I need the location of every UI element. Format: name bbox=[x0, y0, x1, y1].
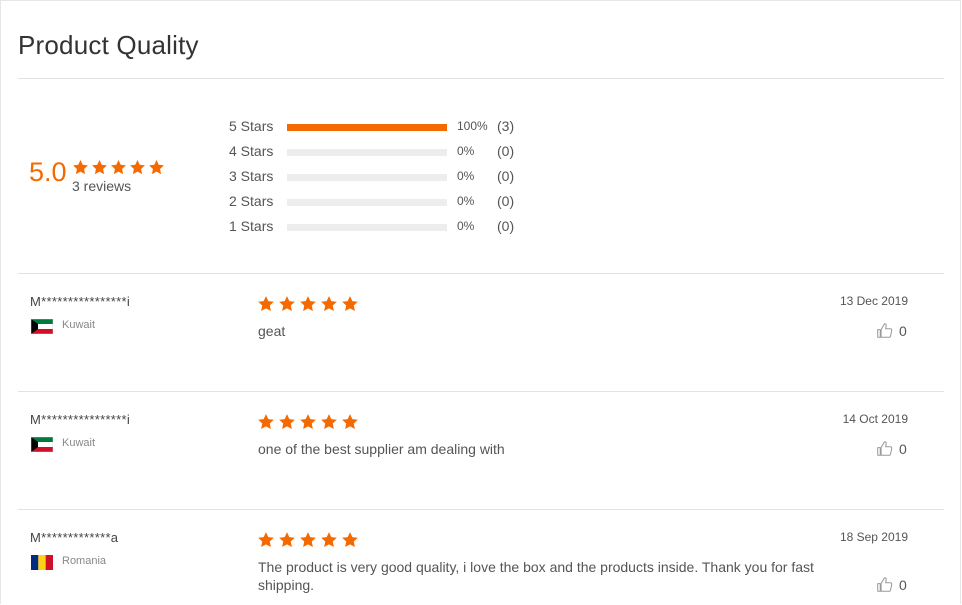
star-icon bbox=[258, 532, 274, 548]
reviewer-name: M****************i bbox=[30, 294, 131, 309]
thumbs-up-icon bbox=[877, 577, 893, 592]
star-icon bbox=[321, 414, 337, 430]
distribution-row-3[interactable]: 3 Stars 0% (0) bbox=[229, 168, 529, 188]
distribution-bar-track bbox=[287, 174, 447, 181]
distribution-count: (0) bbox=[497, 143, 515, 159]
distribution-count: (0) bbox=[497, 168, 515, 184]
tab-notch bbox=[439, 1, 577, 3]
review-stars bbox=[257, 295, 359, 313]
reviewer-country: Romania bbox=[62, 555, 107, 567]
distribution-count: (0) bbox=[497, 193, 515, 209]
star-icon bbox=[300, 532, 316, 548]
review-text: The product is very good quality, i love… bbox=[258, 559, 814, 593]
divider bbox=[18, 78, 944, 79]
star-icon bbox=[92, 160, 107, 175]
distribution-label: 4 Stars bbox=[229, 143, 274, 159]
distribution-percent: 0% bbox=[457, 169, 475, 183]
star-icon bbox=[279, 532, 295, 548]
distribution-percent: 100% bbox=[457, 119, 488, 133]
reviewer-name: M*************a bbox=[30, 530, 119, 545]
star-icon bbox=[342, 532, 358, 548]
star-icon bbox=[300, 414, 316, 430]
average-score: 5.0 bbox=[29, 157, 67, 187]
distribution-row-1[interactable]: 1 Stars 0% (0) bbox=[229, 218, 529, 238]
star-icon bbox=[279, 296, 295, 312]
star-icon bbox=[258, 414, 274, 430]
distribution-bar-track bbox=[287, 199, 447, 206]
distribution-bar-track bbox=[287, 149, 447, 156]
review-count: 3 reviews bbox=[72, 178, 132, 194]
kuwait-flag-icon bbox=[31, 319, 53, 334]
romania-flag-icon bbox=[31, 555, 53, 570]
helpful-button[interactable]: 0 bbox=[876, 322, 907, 339]
star-icon bbox=[300, 296, 316, 312]
star-icon bbox=[111, 160, 126, 175]
distribution-row-2[interactable]: 2 Stars 0% (0) bbox=[229, 193, 529, 213]
review-date: 18 Sep 2019 bbox=[839, 530, 908, 544]
review-text: geat bbox=[258, 323, 286, 339]
helpful-button[interactable]: 0 bbox=[876, 440, 907, 457]
review-stars bbox=[257, 531, 359, 549]
reviewer-country: Kuwait bbox=[62, 437, 96, 449]
distribution-bar-track bbox=[287, 224, 447, 231]
star-icon bbox=[73, 160, 88, 175]
helpful-button[interactable]: 0 bbox=[876, 576, 907, 593]
distribution-label: 3 Stars bbox=[229, 168, 274, 184]
review-item: M****************i Kuwait one of the bes… bbox=[1, 391, 962, 509]
section-title: Product Quality bbox=[18, 30, 199, 60]
helpful-count: 0 bbox=[899, 440, 907, 457]
reviewer-name: M****************i bbox=[30, 412, 131, 427]
distribution-bar-track bbox=[287, 124, 447, 131]
review-date: 14 Oct 2019 bbox=[842, 412, 908, 426]
thumbs-up-icon bbox=[877, 323, 893, 338]
review-item: M*************a Romania The product is v… bbox=[1, 509, 962, 605]
average-stars bbox=[72, 159, 165, 176]
distribution-percent: 0% bbox=[457, 194, 475, 208]
review-date: 13 Dec 2019 bbox=[839, 294, 908, 308]
star-icon bbox=[258, 296, 274, 312]
distribution-label: 2 Stars bbox=[229, 193, 274, 209]
distribution-count: (0) bbox=[497, 218, 515, 234]
reviewer-country: Kuwait bbox=[62, 319, 96, 331]
star-icon bbox=[342, 296, 358, 312]
star-icon bbox=[149, 160, 164, 175]
star-icon bbox=[342, 414, 358, 430]
distribution-row-4[interactable]: 4 Stars 0% (0) bbox=[229, 143, 529, 163]
kuwait-flag-icon bbox=[31, 437, 53, 452]
star-icon bbox=[279, 414, 295, 430]
distribution-percent: 0% bbox=[457, 219, 475, 233]
helpful-count: 0 bbox=[899, 322, 907, 339]
distribution-label: 5 Stars bbox=[229, 118, 274, 134]
helpful-count: 0 bbox=[899, 576, 907, 593]
distribution-bar-fill bbox=[287, 124, 447, 131]
distribution-label: 1 Stars bbox=[229, 218, 274, 234]
review-stars bbox=[257, 413, 359, 431]
distribution-percent: 0% bbox=[457, 144, 475, 158]
product-quality-panel: Product Quality 5.0 3 reviews 5 Stars 10… bbox=[0, 0, 961, 604]
review-item: M****************i Kuwait geat 13 Dec 20… bbox=[1, 273, 962, 391]
distribution-row-5[interactable]: 5 Stars 100% (3) bbox=[229, 118, 529, 138]
star-icon bbox=[321, 532, 337, 548]
star-icon bbox=[321, 296, 337, 312]
star-icon bbox=[130, 160, 145, 175]
distribution-count: (3) bbox=[497, 118, 515, 134]
review-text: one of the best supplier am dealing with bbox=[258, 441, 505, 457]
thumbs-up-icon bbox=[877, 441, 893, 456]
